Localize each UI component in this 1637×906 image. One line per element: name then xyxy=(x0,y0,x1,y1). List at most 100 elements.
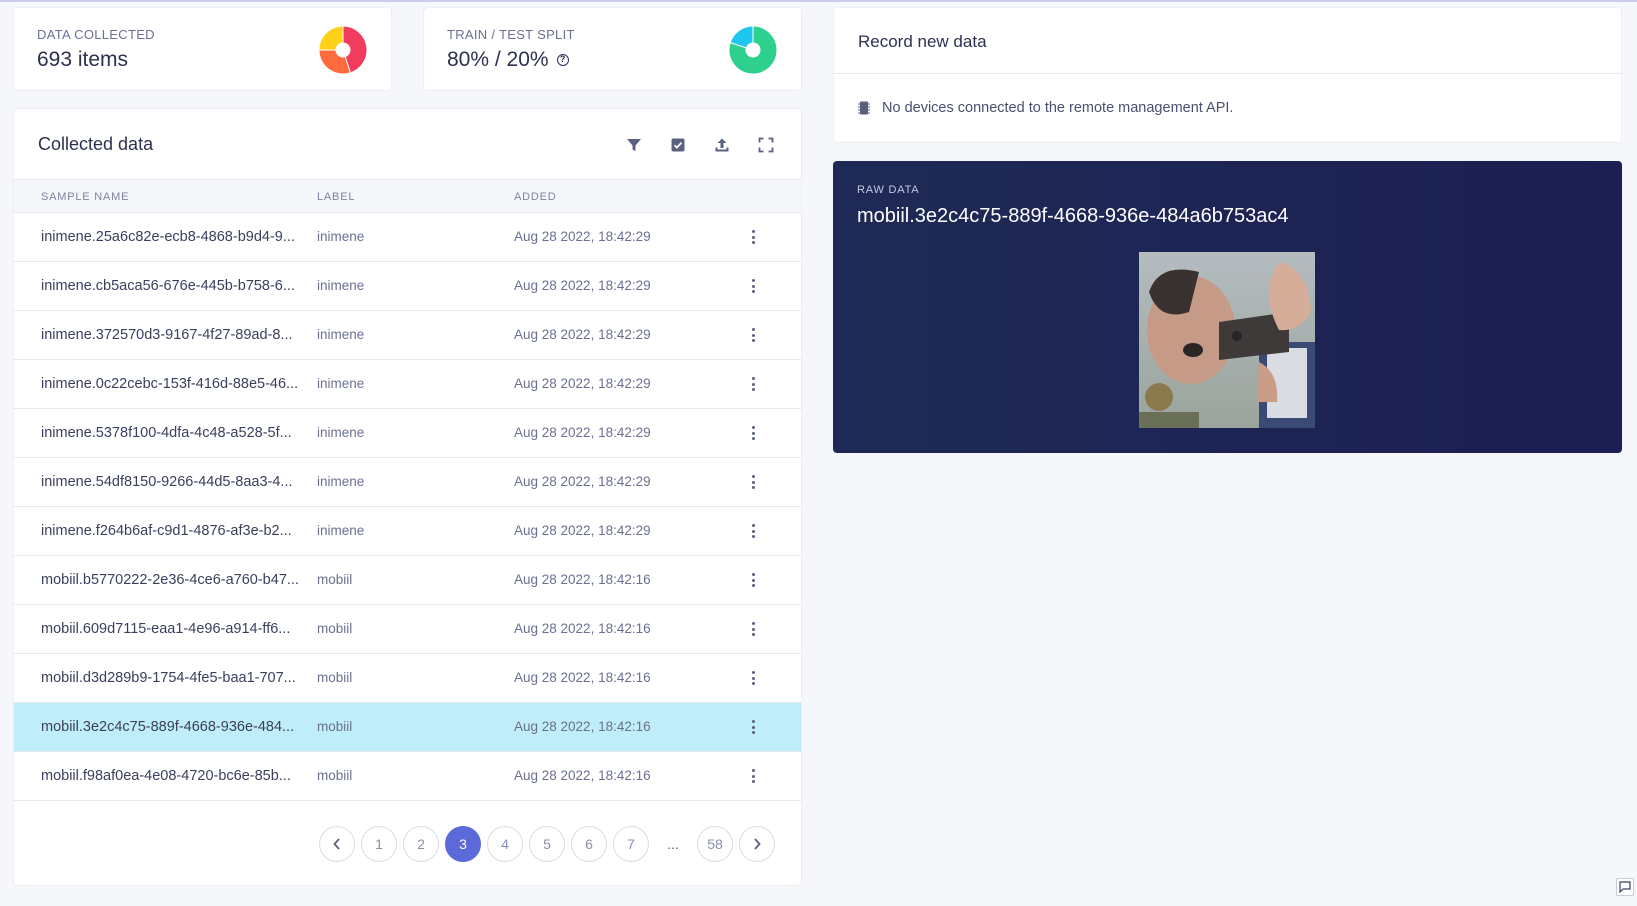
sample-name-cell: mobiil.3e2c4c75-889f-4668-936e-484... xyxy=(41,719,295,735)
added-cell: Aug 28 2022, 18:42:16 xyxy=(514,768,651,783)
expand-icon[interactable] xyxy=(755,134,777,156)
table-row[interactable]: inimene.f264b6af-c9d1-4876-af3e-b2... ini… xyxy=(14,507,801,556)
added-cell: Aug 28 2022, 18:42:29 xyxy=(514,523,651,538)
next-page-button[interactable] xyxy=(739,826,775,862)
page-button-2[interactable]: 2 xyxy=(403,826,439,862)
row-menu-icon[interactable] xyxy=(748,375,758,393)
label-distribution-donut xyxy=(318,25,368,75)
table-row[interactable]: inimene.25a6c82e-ecb8-4868-b9d4-9... inim… xyxy=(14,213,801,262)
row-menu-icon[interactable] xyxy=(748,522,758,540)
record-new-data-title: Record new data xyxy=(858,32,987,51)
raw-data-label: RAW DATA xyxy=(857,184,920,196)
sample-name-cell: mobiil.d3d289b9-1754-4fe5-baa1-707... xyxy=(41,670,296,686)
sample-name-cell: inimene.372570d3-9167-4f27-89ad-8... xyxy=(41,327,293,343)
column-header-added[interactable]: ADDED xyxy=(514,191,557,203)
train-test-donut xyxy=(728,25,778,75)
table-row[interactable]: mobiil.609d7115-eaa1-4e96-a914-ff6... mob… xyxy=(14,605,801,654)
added-cell: Aug 28 2022, 18:42:16 xyxy=(514,719,651,734)
filter-icon[interactable] xyxy=(623,134,645,156)
table-row[interactable]: inimene.372570d3-9167-4f27-89ad-8... inim… xyxy=(14,311,801,360)
row-menu-icon[interactable] xyxy=(748,228,758,246)
stat-value-text: 80% / 20% xyxy=(447,48,549,71)
stat-value-text: 693 items xyxy=(37,48,129,71)
raw-data-sample-name: mobiil.3e2c4c75-889f-4668-936e-484a6b753… xyxy=(857,205,1289,227)
label-distribution-slice xyxy=(318,49,352,75)
table-row[interactable]: mobiil.3e2c4c75-889f-4668-936e-484... mob… xyxy=(14,703,801,752)
page-button-6[interactable]: 6 xyxy=(571,826,607,862)
stat-value: 693 items xyxy=(37,48,128,72)
label-cell: inimene xyxy=(317,474,365,489)
added-cell: Aug 28 2022, 18:42:29 xyxy=(514,376,651,391)
label-cell: mobiil xyxy=(317,572,353,587)
stat-card-train-test-split: TRAIN / TEST SPLIT 80% / 20% ? xyxy=(423,7,802,91)
collected-data-card: Collected data SAMPLE NAME LABEL ADDED i… xyxy=(13,108,802,886)
stat-label: DATA COLLECTED xyxy=(37,27,155,42)
row-menu-icon[interactable] xyxy=(748,277,758,295)
sample-name-cell: inimene.5378f100-4dfa-4c48-a528-5f... xyxy=(41,425,292,441)
column-header-label[interactable]: LABEL xyxy=(317,191,355,203)
raw-data-panel: RAW DATA mobiil.3e2c4c75-889f-4668-936e-… xyxy=(833,161,1622,453)
sample-name-cell: inimene.54df8150-9266-44d5-8aa3-4... xyxy=(41,474,293,490)
collected-data-title: Collected data xyxy=(38,134,154,154)
label-cell: inimene xyxy=(317,278,365,293)
label-distribution-slice xyxy=(318,25,344,51)
table-row[interactable]: inimene.0c22cebc-153f-416d-88e5-46... ini… xyxy=(14,360,801,409)
added-cell: Aug 28 2022, 18:42:29 xyxy=(514,327,651,342)
collected-data-toolbar xyxy=(623,134,777,156)
page-button-7[interactable]: 7 xyxy=(613,826,649,862)
upload-icon[interactable] xyxy=(711,134,733,156)
page-button-5[interactable]: 5 xyxy=(529,826,565,862)
feedback-icon[interactable] xyxy=(1616,878,1634,896)
table-row[interactable]: inimene.5378f100-4dfa-4c48-a528-5f... ini… xyxy=(14,409,801,458)
row-menu-icon[interactable] xyxy=(748,424,758,442)
page-button-58[interactable]: 58 xyxy=(697,826,733,862)
page-button-3[interactable]: 3 xyxy=(445,826,481,862)
added-cell: Aug 28 2022, 18:42:29 xyxy=(514,474,651,489)
row-menu-icon[interactable] xyxy=(748,620,758,638)
table-header: SAMPLE NAME LABEL ADDED xyxy=(14,179,801,213)
stat-card-data-collected: DATA COLLECTED 693 items xyxy=(13,7,392,91)
row-menu-icon[interactable] xyxy=(748,718,758,736)
sample-name-cell: inimene.0c22cebc-153f-416d-88e5-46... xyxy=(41,376,299,392)
table-row[interactable]: mobiil.d3d289b9-1754-4fe5-baa1-707... mob… xyxy=(14,654,801,703)
help-icon[interactable]: ? xyxy=(556,54,569,66)
row-menu-icon[interactable] xyxy=(748,669,758,687)
sample-name-cell: mobiil.609d7115-eaa1-4e96-a914-ff6... xyxy=(41,621,291,637)
page-button-4[interactable]: 4 xyxy=(487,826,523,862)
checkbox-icon[interactable] xyxy=(667,134,689,156)
page-button-1[interactable]: 1 xyxy=(361,826,397,862)
label-cell: inimene xyxy=(317,327,365,342)
added-cell: Aug 28 2022, 18:42:16 xyxy=(514,670,651,685)
stat-value: 80% / 20% ? xyxy=(447,48,569,72)
added-cell: Aug 28 2022, 18:42:16 xyxy=(514,572,651,587)
added-cell: Aug 28 2022, 18:42:16 xyxy=(514,621,651,636)
pagination-ellipsis: ... xyxy=(667,836,679,852)
label-cell: inimene xyxy=(317,229,365,244)
table-row[interactable]: inimene.54df8150-9266-44d5-8aa3-4... inim… xyxy=(14,458,801,507)
pagination: 1 2 3 4 5 6 7... 58 xyxy=(319,826,775,862)
row-menu-icon[interactable] xyxy=(748,473,758,491)
top-border xyxy=(0,0,1637,2)
table-row[interactable]: inimene.cb5aca56-676e-445b-b758-6... inim… xyxy=(14,262,801,311)
table-row[interactable]: mobiil.f98af0ea-4e08-4720-bc6e-85b... mob… xyxy=(14,752,801,801)
label-cell: mobiil xyxy=(317,621,353,636)
label-cell: mobiil xyxy=(317,768,353,783)
prev-page-button[interactable] xyxy=(319,826,355,862)
sample-name-cell: inimene.f264b6af-c9d1-4876-af3e-b2... xyxy=(41,523,292,539)
sample-name-cell: mobiil.f98af0ea-4e08-4720-bc6e-85b... xyxy=(41,768,291,784)
table-row[interactable]: mobiil.b5770222-2e36-4ce6-a760-b47... mob… xyxy=(14,556,801,605)
label-cell: inimene xyxy=(317,425,365,440)
label-cell: mobiil xyxy=(317,719,353,734)
divider xyxy=(834,73,1621,74)
no-devices-text: No devices connected to the remote manag… xyxy=(882,100,1234,116)
row-menu-icon[interactable] xyxy=(748,326,758,344)
sample-name-cell: inimene.cb5aca56-676e-445b-b758-6... xyxy=(41,278,295,294)
column-header-sample-name[interactable]: SAMPLE NAME xyxy=(41,191,129,203)
row-menu-icon[interactable] xyxy=(748,767,758,785)
added-cell: Aug 28 2022, 18:42:29 xyxy=(514,229,651,244)
label-cell: inimene xyxy=(317,376,365,391)
sample-image xyxy=(1139,252,1315,428)
sample-name-cell: mobiil.b5770222-2e36-4ce6-a760-b47... xyxy=(41,572,299,588)
sample-name-cell: inimene.25a6c82e-ecb8-4868-b9d4-9... xyxy=(41,229,295,245)
row-menu-icon[interactable] xyxy=(748,571,758,589)
